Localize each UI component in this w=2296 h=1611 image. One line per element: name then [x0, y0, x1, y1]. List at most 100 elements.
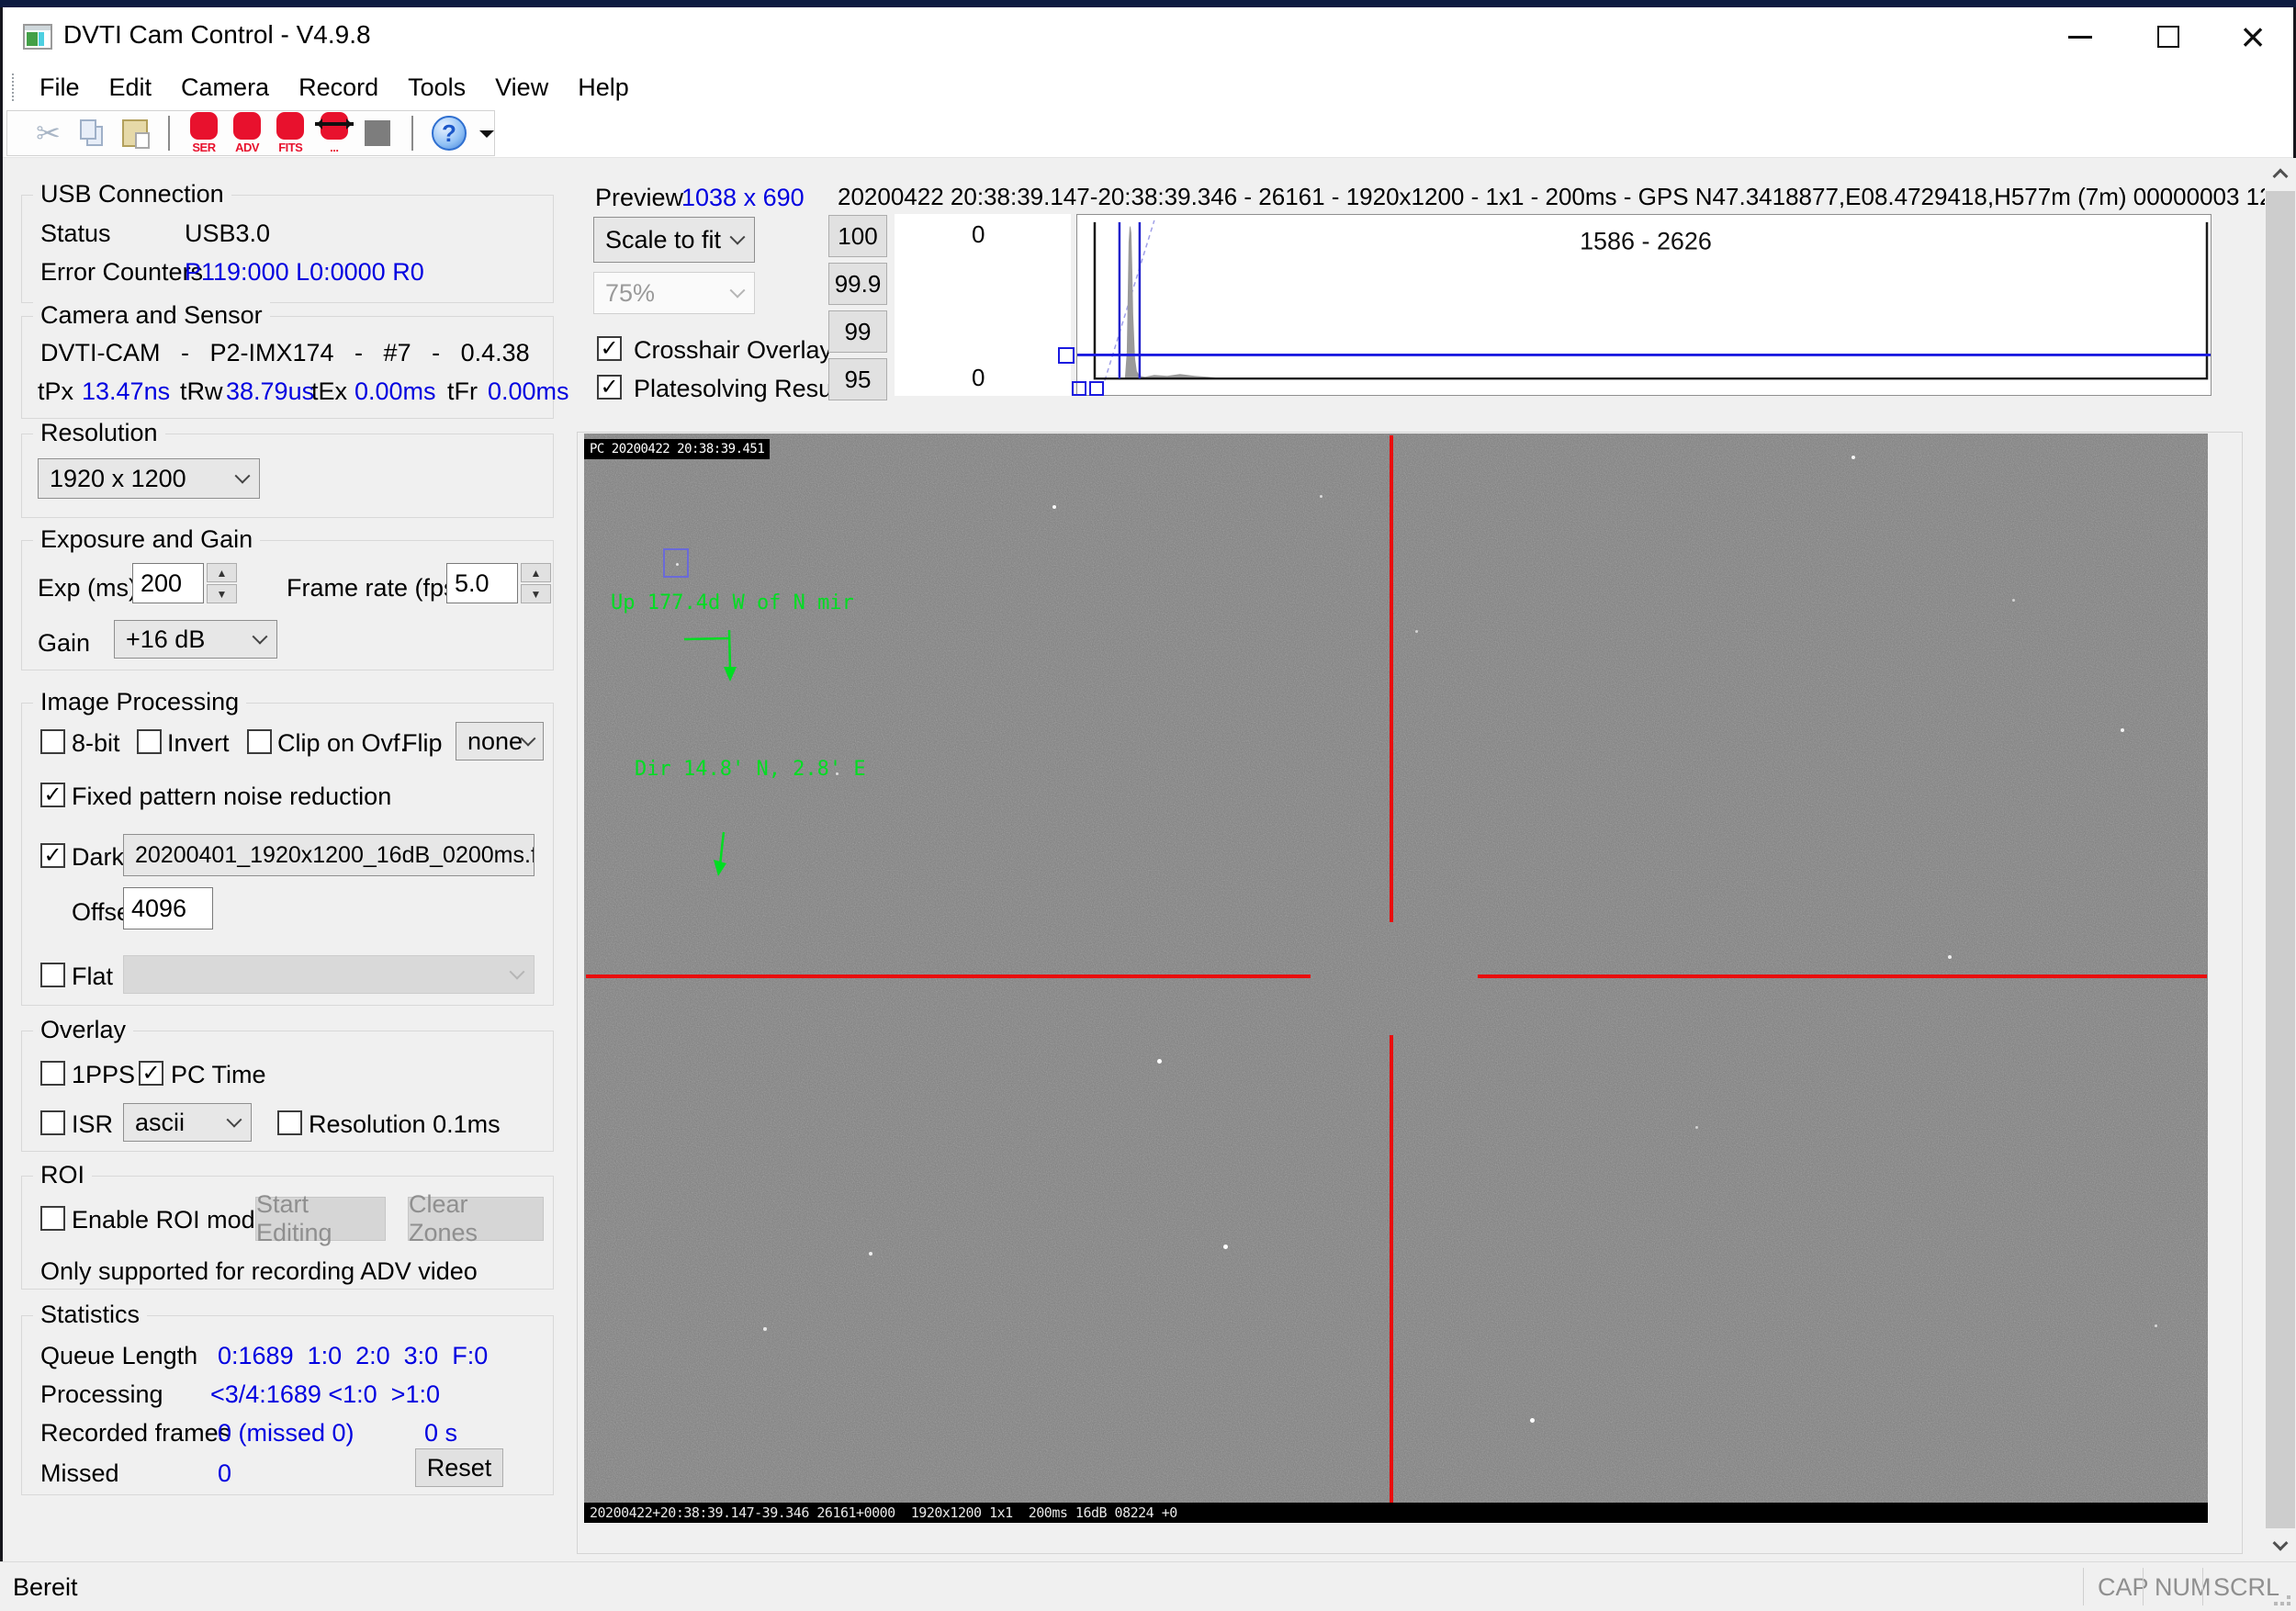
menu-help[interactable]: Help — [563, 66, 644, 108]
exposure-gain-group: Exposure and Gain Exp (ms) ▲▼ Frame rate… — [21, 525, 554, 670]
roi-title: ROI — [33, 1161, 93, 1189]
reset-button[interactable]: Reset — [415, 1448, 503, 1487]
clear-zones-button[interactable]: Clear Zones — [408, 1190, 544, 1246]
dark-file-select[interactable]: 20200401_1920x1200_16dB_0200ms.fits — [123, 834, 535, 876]
preview-image[interactable]: PC 20200422 20:38:39.451 Up 177.4d W of … — [584, 434, 2208, 1523]
flat-label: Flat — [72, 963, 114, 990]
copy-button[interactable] — [76, 111, 107, 155]
down-arrow-icon[interactable]: ▼ — [521, 584, 551, 603]
frame-footer-overlay: 20200422+20:38:39.147-39.346 26161+0000 … — [584, 1503, 2208, 1523]
gain-select[interactable]: +16 dB — [114, 620, 277, 659]
scale-mode-select[interactable]: Scale to fit — [593, 217, 755, 263]
camera-model: DVTI-CAM - P2-IMX174 - #7 - 0.4.38 — [40, 339, 530, 366]
pc-time-label: PC Time — [171, 1061, 266, 1088]
flip-select[interactable]: none — [456, 722, 544, 760]
scroll-up-button[interactable] — [2265, 158, 2296, 189]
roi-group: ROI Enable ROI mode Start Editing Clear … — [21, 1161, 554, 1290]
percentile-99-button[interactable]: 99 — [828, 310, 887, 353]
isr-format-select[interactable]: ascii — [123, 1103, 252, 1142]
menu-camera[interactable]: Camera — [166, 66, 284, 108]
menu-tools[interactable]: Tools — [393, 66, 480, 108]
menubar: File Edit Camera Record Tools View Help — [3, 66, 2293, 108]
record-ser-button[interactable]: SER — [188, 111, 219, 155]
menu-file[interactable]: File — [25, 66, 95, 108]
missed-label: Missed — [40, 1459, 119, 1487]
menubar-grip[interactable] — [12, 73, 14, 101]
invert-checkbox[interactable] — [137, 729, 162, 754]
usb-connection-group: USB Connection Status USB3.0 Error Count… — [21, 180, 554, 303]
crosshair-overlay-checkbox[interactable] — [597, 336, 622, 361]
stop-icon — [365, 120, 391, 146]
start-editing-button[interactable]: Start Editing — [255, 1190, 386, 1246]
exp-stepper[interactable]: ▲ ▼ — [207, 563, 237, 603]
fpn-checkbox[interactable] — [40, 783, 65, 807]
platesolving-checkbox[interactable] — [597, 375, 622, 400]
hist-axis-max: 0 — [972, 220, 985, 248]
toolbar-overflow-icon[interactable] — [478, 130, 494, 145]
chevron-down-icon — [226, 1111, 242, 1128]
fps-stepper[interactable]: ▲ ▼ — [521, 563, 551, 603]
percentile-100-button[interactable]: 100 — [828, 215, 887, 257]
record-more-button[interactable]: ... — [314, 111, 354, 155]
paste-button[interactable] — [119, 111, 150, 155]
resolution-select[interactable]: 1920 x 1200 — [38, 458, 260, 499]
cut-button[interactable]: ✂ — [33, 111, 63, 155]
histogram-axis-panel: 0 0 — [895, 214, 1071, 396]
queue-length-value: 0:1689 1:0 2:0 3:0 F:0 — [218, 1342, 489, 1369]
1pps-checkbox[interactable] — [40, 1061, 65, 1086]
exp-input[interactable] — [132, 563, 204, 603]
minimize-button[interactable] — [2037, 7, 2123, 66]
chevron-down-icon — [509, 963, 525, 980]
exp-label: Exp (ms) — [38, 574, 137, 602]
vertical-scrollbar[interactable] — [2265, 158, 2296, 1561]
fps-input[interactable] — [446, 563, 518, 603]
menu-record[interactable]: Record — [284, 66, 393, 108]
scrollbar-thumb[interactable] — [2266, 191, 2295, 1528]
percentile-99-9-button[interactable]: 99.9 — [828, 263, 887, 305]
chevron-down-icon — [252, 628, 268, 645]
menu-view[interactable]: View — [480, 66, 563, 108]
preview-label: Preview — [595, 184, 684, 211]
percentile-95-button[interactable]: 95 — [828, 358, 887, 400]
usb-error-label: Error Counters — [40, 258, 204, 286]
chevron-down-icon — [2272, 1535, 2289, 1551]
resolution-group: Resolution 1920 x 1200 — [21, 419, 554, 518]
toolbar-box: ✂ SER ADV FITS ... ? — [6, 110, 495, 156]
recorded-frames-value: 0 (missed 0) — [218, 1419, 355, 1447]
record-adv-button[interactable]: ADV — [232, 111, 263, 155]
flat-file-select[interactable] — [123, 955, 535, 994]
tpx-label: tPx — [38, 377, 74, 405]
resolution01-checkbox[interactable] — [277, 1110, 302, 1135]
scroll-indicator: SCRL — [2213, 1573, 2280, 1601]
8bit-checkbox[interactable] — [40, 729, 65, 754]
statistics-group: Statistics Queue Length 0:1689 1:0 2:0 3… — [21, 1301, 554, 1495]
help-button[interactable]: ? — [431, 111, 467, 155]
pc-time-checkbox[interactable] — [139, 1061, 163, 1086]
down-arrow-icon[interactable]: ▼ — [207, 584, 237, 603]
camera-sensor-title: Camera and Sensor — [33, 301, 270, 330]
paste-icon — [121, 119, 150, 149]
dark-checkbox[interactable] — [40, 843, 65, 868]
up-arrow-icon[interactable]: ▲ — [207, 563, 237, 582]
fpn-label: Fixed pattern noise reduction — [72, 783, 392, 810]
flat-checkbox[interactable] — [40, 963, 65, 987]
zoom-select[interactable]: 75% — [593, 272, 755, 314]
level-handle[interactable] — [1058, 347, 1075, 364]
maximize-button[interactable] — [2125, 7, 2212, 66]
close-button[interactable]: × — [2210, 7, 2296, 66]
up-arrow-icon[interactable]: ▲ — [521, 563, 551, 582]
record-fits-button[interactable]: FITS — [276, 111, 306, 155]
offset-input[interactable] — [123, 887, 213, 929]
high-marker-handle[interactable] — [1089, 381, 1104, 396]
clip-checkbox[interactable] — [247, 729, 272, 754]
processing-value: <3/4:1689 <1:0 >1:0 — [210, 1380, 440, 1408]
isr-checkbox[interactable] — [40, 1110, 65, 1135]
stop-button[interactable] — [363, 111, 393, 155]
app-icon — [23, 24, 52, 50]
scroll-down-button[interactable] — [2265, 1530, 2296, 1561]
resize-grip[interactable] — [2274, 1589, 2290, 1605]
enable-roi-checkbox[interactable] — [40, 1206, 65, 1231]
low-marker-handle[interactable] — [1072, 381, 1086, 396]
1pps-label: 1PPS — [72, 1061, 136, 1088]
menu-edit[interactable]: Edit — [95, 66, 167, 108]
